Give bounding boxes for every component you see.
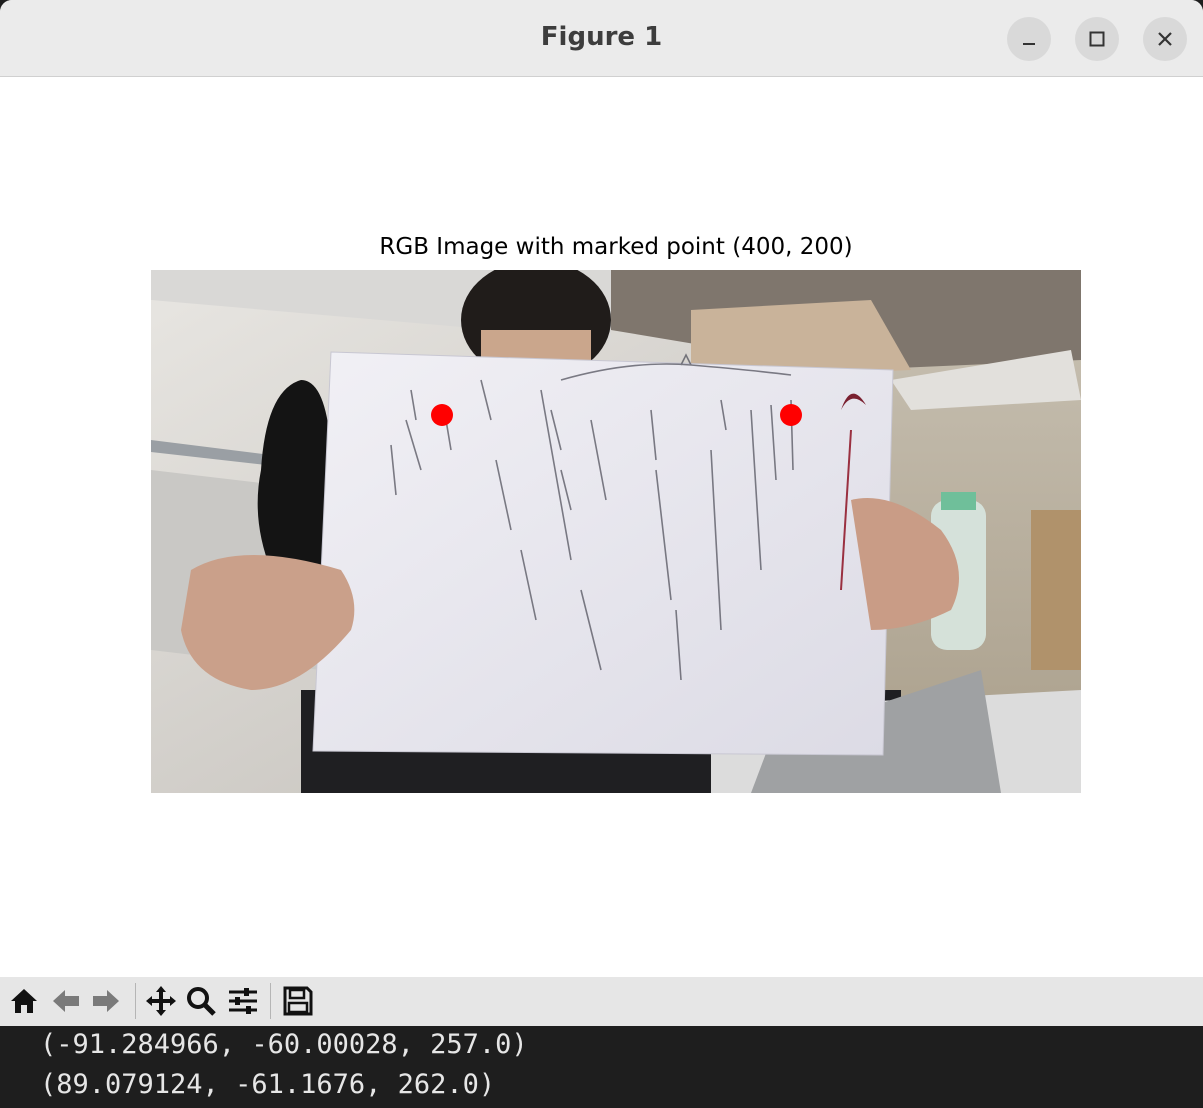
back-arrow-icon [53,990,79,1012]
forward-arrow-icon [93,990,119,1012]
pan-button[interactable] [143,983,179,1019]
figure-window: Figure 1 RGB Image with marked point (40… [0,0,1203,1026]
terminal-line: (-91.284966, -60.00028, 257.0) [40,1029,528,1060]
pan-icon [146,986,176,1016]
home-button[interactable] [6,983,42,1019]
zoom-button[interactable] [183,983,219,1019]
maximize-icon [1089,31,1105,47]
zoom-icon [187,987,216,1016]
save-icon [283,986,313,1016]
close-icon [1158,32,1172,46]
marked-point-left [431,404,453,426]
terminal-output: (-91.284966, -60.00028, 257.0) (89.07912… [0,1026,1203,1108]
minimize-icon [1023,43,1035,45]
back-button[interactable] [48,983,84,1019]
toolbar-separator [270,983,271,1019]
title-bar[interactable]: Figure 1 [0,0,1203,77]
configure-subplots-icon [229,988,257,1014]
forward-button[interactable] [88,983,124,1019]
toolbar-separator [135,983,136,1019]
terminal-line: (89.079124, -61.1676, 262.0) [40,1069,496,1100]
marked-point-right [780,404,802,426]
save-button[interactable] [280,983,316,1019]
maximize-button[interactable] [1075,17,1119,61]
minimize-button[interactable] [1007,17,1051,61]
axes-title: RGB Image with marked point (400, 200) [379,234,853,260]
home-icon [11,989,37,1013]
configure-subplots-button[interactable] [225,983,261,1019]
rgb-image [151,270,1081,793]
close-button[interactable] [1143,17,1187,61]
matplotlib-toolbar [0,977,1203,1026]
plot-canvas[interactable]: RGB Image with marked point (400, 200) [0,77,1203,977]
